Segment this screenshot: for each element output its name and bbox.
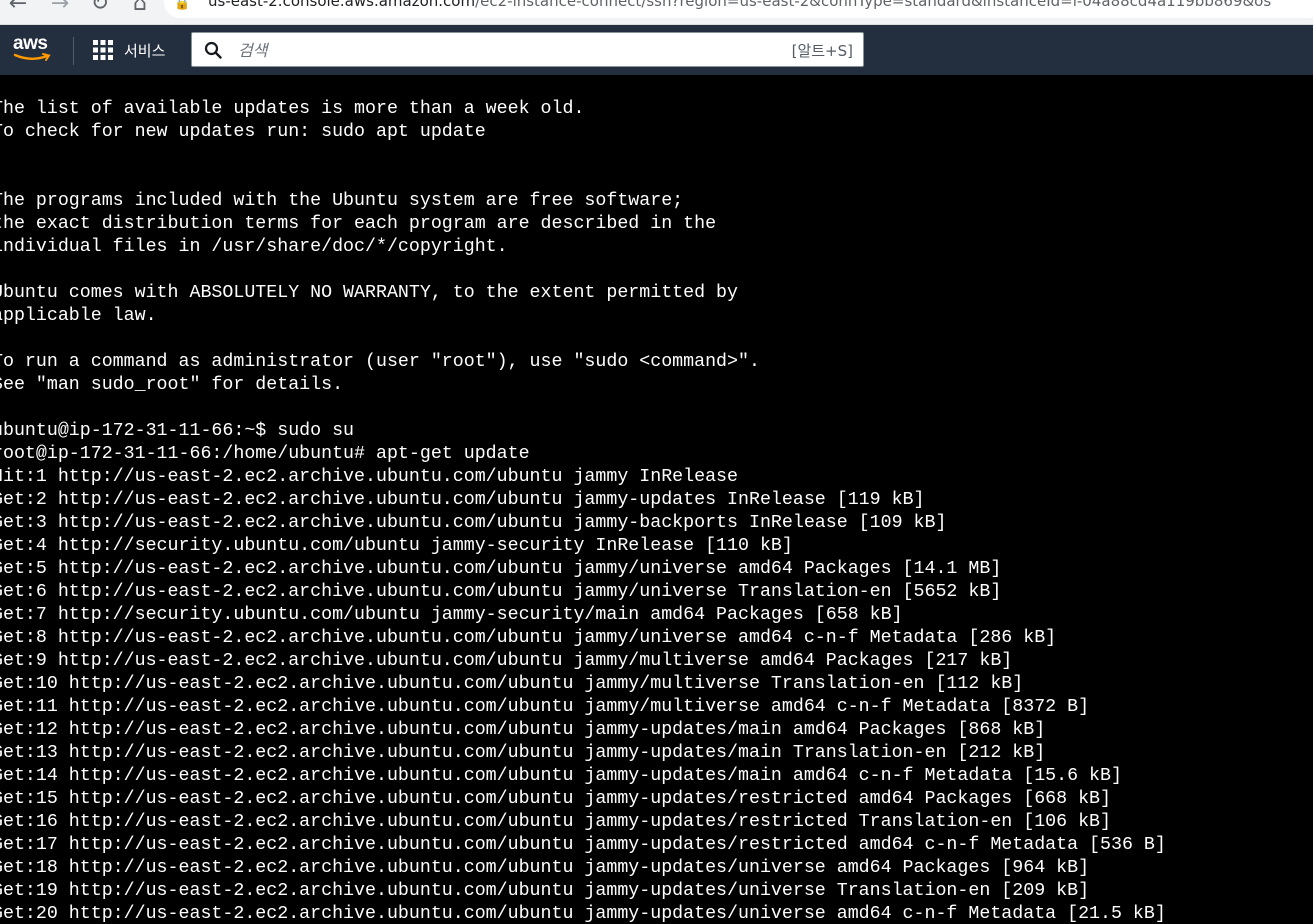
terminal-line: Get:5 http://us-east-2.ec2.archive.ubunt… [0, 559, 1002, 579]
terminal-line: ubuntu@ip-172-31-11-66:~$ sudo su [0, 421, 355, 441]
terminal-line: To check for new updates run: sudo apt u… [0, 122, 486, 142]
terminal-line: Get:2 http://us-east-2.ec2.archive.ubunt… [0, 490, 925, 510]
terminal-window[interactable]: The list of available updates is more th… [0, 75, 1313, 924]
terminal-line: Hit:1 http://us-east-2.ec2.archive.ubunt… [0, 467, 738, 487]
terminal-line: See "man sudo_root" for details. [0, 375, 344, 395]
search-icon [204, 41, 222, 59]
terminal-line: The programs included with the Ubuntu sy… [0, 191, 684, 211]
grid-icon [93, 40, 113, 60]
terminal-line: individual files in /usr/share/doc/*/cop… [0, 237, 508, 257]
terminal-line: Get:17 http://us-east-2.ec2.archive.ubun… [0, 835, 1166, 855]
terminal-line: Get:15 http://us-east-2.ec2.archive.ubun… [0, 789, 1111, 809]
terminal-line: To run a command as administrator (user … [0, 352, 760, 372]
terminal-line: Get:20 http://us-east-2.ec2.archive.ubun… [0, 904, 1166, 924]
aws-smile-icon [13, 53, 51, 61]
browser-toolbar: ← → ↻ ⌂ 🔒 us-east-2.console.aws.amazon.c… [0, 0, 1313, 25]
url-text[interactable]: us-east-2.console.aws.amazon.com/ec2-ins… [208, 0, 1271, 10]
terminal-line: root@ip-172-31-11-66:/home/ubuntu# apt-g… [0, 444, 530, 464]
terminal-line: the exact distribution terms for each pr… [0, 214, 717, 234]
terminal-line: Get:4 http://security.ubuntu.com/ubuntu … [0, 536, 793, 556]
reload-icon[interactable]: ↻ [86, 0, 114, 18]
terminal-line: Get:19 http://us-east-2.ec2.archive.ubun… [0, 881, 1090, 901]
aws-logo-text: aws [13, 33, 48, 54]
header-divider [73, 37, 74, 65]
search-box[interactable]: [알트+S] [191, 32, 864, 67]
terminal-line: applicable law. [0, 306, 157, 326]
back-arrow-icon[interactable]: ← [4, 0, 32, 18]
services-label: 서비스 [124, 41, 166, 60]
forward-arrow-icon[interactable]: → [46, 0, 74, 18]
terminal-line: Get:13 http://us-east-2.ec2.archive.ubun… [0, 743, 1046, 763]
aws-console-header: aws 서비스 [알트+S] [0, 25, 1313, 75]
home-icon[interactable]: ⌂ [126, 0, 154, 18]
terminal-line: Get:3 http://us-east-2.ec2.archive.ubunt… [0, 513, 947, 533]
terminal-line: Get:12 http://us-east-2.ec2.archive.ubun… [0, 720, 1046, 740]
terminal-line: Get:11 http://us-east-2.ec2.archive.ubun… [0, 697, 1090, 717]
terminal-line: Get:16 http://us-east-2.ec2.archive.ubun… [0, 812, 1111, 832]
services-menu-button[interactable]: 서비스 [92, 37, 165, 63]
terminal-line: Get:9 http://us-east-2.ec2.archive.ubunt… [0, 651, 1013, 671]
search-shortcut-hint: [알트+S] [791, 42, 853, 60]
aws-logo[interactable]: aws [13, 33, 53, 65]
terminal-line: Get:10 http://us-east-2.ec2.archive.ubun… [0, 674, 1024, 694]
terminal-line: The list of available updates is more th… [0, 99, 585, 119]
terminal-line: Get:7 http://security.ubuntu.com/ubuntu … [0, 605, 903, 625]
terminal-line: Get:8 http://us-east-2.ec2.archive.ubunt… [0, 628, 1057, 648]
terminal-line: Get:14 http://us-east-2.ec2.archive.ubun… [0, 766, 1122, 786]
lock-icon[interactable]: 🔒 [174, 0, 190, 11]
url-path: /ec2-instance-connect/ssh?region=us-east… [475, 0, 1272, 10]
address-bar[interactable]: 🔒 us-east-2.console.aws.amazon.com/ec2-i… [164, 0, 1313, 18]
terminal-line: Ubuntu comes with ABSOLUTELY NO WARRANTY… [0, 283, 738, 303]
url-host: us-east-2.console.aws.amazon.com [208, 0, 476, 10]
search-input[interactable] [236, 37, 780, 64]
terminal-line: Get:18 http://us-east-2.ec2.archive.ubun… [0, 858, 1090, 878]
terminal-line: Get:6 http://us-east-2.ec2.archive.ubunt… [0, 582, 1002, 602]
